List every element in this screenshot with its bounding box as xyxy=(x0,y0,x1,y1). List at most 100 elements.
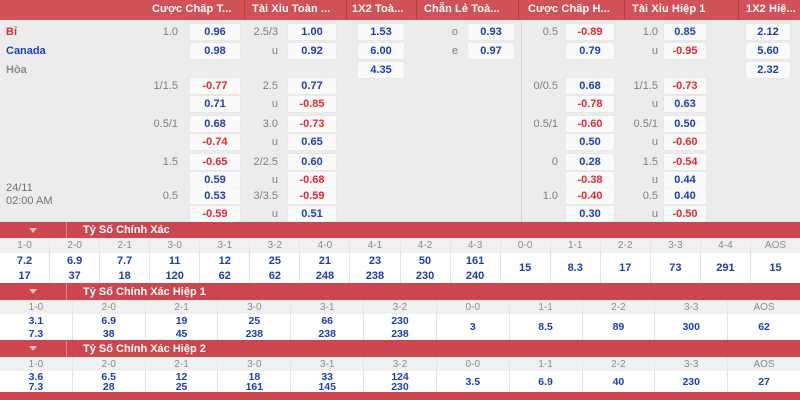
odds-value-handicap-h1[interactable]: -0.60 xyxy=(566,116,614,132)
odds-value-handicap-h1[interactable]: -0.40 xyxy=(566,188,614,204)
score-odds[interactable]: 25 xyxy=(146,382,218,392)
collapse-toggle[interactable] xyxy=(0,222,67,238)
score-odds[interactable]: 23 xyxy=(350,253,399,268)
score-odds[interactable]: 89 xyxy=(583,314,655,340)
odds-value-overunder-ft[interactable]: 0.60 xyxy=(288,154,336,170)
score-odds[interactable]: 230 xyxy=(401,268,450,283)
odds-value-1x2-ft[interactable]: 1.53 xyxy=(358,24,404,40)
odds-value-handicap-h1[interactable]: 0.68 xyxy=(566,78,614,94)
odds-value-1x2-h1[interactable]: 2.32 xyxy=(746,62,790,78)
score-odds[interactable]: 3.1 xyxy=(0,314,72,327)
odds-value-overunder-h1[interactable]: 0.44 xyxy=(664,172,706,188)
score-odds[interactable]: 238 xyxy=(218,327,290,340)
odds-value-overunder-h1[interactable]: -0.95 xyxy=(664,43,706,59)
odds-value-handicap-h1[interactable]: 0.28 xyxy=(566,154,614,170)
odds-value-handicap-ft[interactable]: -0.59 xyxy=(190,206,240,222)
odds-value-overunder-h1[interactable]: 0.63 xyxy=(664,96,706,112)
odds-value-handicap-h1[interactable]: 0.30 xyxy=(566,206,614,222)
score-odds[interactable]: 7.2 xyxy=(0,253,49,268)
score-odds[interactable]: 238 xyxy=(350,268,399,283)
score-odds[interactable]: 161 xyxy=(218,382,290,392)
score-odds[interactable]: 62 xyxy=(200,268,249,283)
odds-value-1x2-h1[interactable]: 2.12 xyxy=(746,24,790,40)
score-odds[interactable]: 248 xyxy=(300,268,349,283)
score-odds[interactable]: 12 xyxy=(200,253,249,268)
collapse-toggle[interactable] xyxy=(0,283,67,300)
odds-value-overunder-ft[interactable]: -0.59 xyxy=(288,188,336,204)
odds-value-1x2-h1[interactable]: 5.60 xyxy=(746,43,790,59)
score-odds[interactable]: 15 xyxy=(751,253,800,283)
score-odds[interactable]: 17 xyxy=(601,253,650,283)
score-odds[interactable]: 73 xyxy=(651,253,700,283)
score-odds[interactable]: 7.7 xyxy=(100,253,149,268)
score-odds[interactable]: 38 xyxy=(73,327,145,340)
odds-value-overunder-ft[interactable]: 0.65 xyxy=(288,134,336,150)
odds-value-handicap-ft[interactable]: 0.59 xyxy=(190,172,240,188)
odds-value-overunder-h1[interactable]: 0.85 xyxy=(664,24,706,40)
score-odds[interactable]: 238 xyxy=(364,327,436,340)
collapse-toggle[interactable] xyxy=(0,340,67,357)
section-header-bar[interactable]: Tỷ Số Chính Xác Hiệp 1 xyxy=(0,283,800,300)
score-odds[interactable]: 3.5 xyxy=(437,371,509,392)
section-header-bar[interactable]: Tỷ Số Chính Xác xyxy=(0,222,800,238)
score-odds[interactable]: 17 xyxy=(0,268,49,283)
score-odds[interactable]: 21 xyxy=(300,253,349,268)
score-odds[interactable]: 238 xyxy=(291,327,363,340)
odds-value-overunder-ft[interactable]: 0.51 xyxy=(288,206,336,222)
score-odds[interactable]: 291 xyxy=(701,253,750,283)
odds-value-handicap-ft[interactable]: 0.98 xyxy=(190,43,240,59)
odds-value-overunder-h1[interactable]: -0.50 xyxy=(664,206,706,222)
odds-value-1x2-ft[interactable]: 6.00 xyxy=(358,43,404,59)
score-odds[interactable]: 230 xyxy=(364,314,436,327)
score-odds[interactable]: 161 xyxy=(451,253,500,268)
score-odds[interactable]: 62 xyxy=(728,314,800,340)
score-odds[interactable]: 230 xyxy=(364,382,436,392)
score-odds[interactable]: 8.3 xyxy=(551,253,600,283)
score-odds[interactable]: 37 xyxy=(50,268,99,283)
odds-value-overunder-h1[interactable]: -0.73 xyxy=(664,78,706,94)
score-odds[interactable]: 6.9 xyxy=(50,253,99,268)
odds-value-overunder-ft[interactable]: -0.73 xyxy=(288,116,336,132)
score-odds[interactable]: 27 xyxy=(728,371,800,392)
score-odds[interactable]: 11 xyxy=(150,253,199,268)
odds-value-overunder-ft[interactable]: 1.00 xyxy=(288,24,336,40)
odds-value-handicap-h1[interactable]: -0.78 xyxy=(566,96,614,112)
score-odds[interactable]: 18 xyxy=(100,268,149,283)
score-odds[interactable]: 240 xyxy=(451,268,500,283)
odds-value-handicap-ft[interactable]: -0.74 xyxy=(190,134,240,150)
score-odds[interactable]: 25 xyxy=(218,314,290,327)
odds-value-overunder-ft[interactable]: 0.92 xyxy=(288,43,336,59)
odds-value-handicap-h1[interactable]: 0.50 xyxy=(566,134,614,150)
odds-value-overunder-h1[interactable]: -0.60 xyxy=(664,134,706,150)
odds-value-overunder-ft[interactable]: -0.85 xyxy=(288,96,336,112)
score-odds[interactable]: 28 xyxy=(73,382,145,392)
score-odds[interactable]: 300 xyxy=(655,314,727,340)
odds-value-handicap-ft[interactable]: -0.65 xyxy=(190,154,240,170)
score-odds[interactable]: 19 xyxy=(146,314,218,327)
score-odds[interactable]: 6.9 xyxy=(73,314,145,327)
score-odds[interactable]: 40 xyxy=(583,371,655,392)
odds-value-handicap-h1[interactable]: -0.38 xyxy=(566,172,614,188)
odds-value-overunder-h1[interactable]: -0.54 xyxy=(664,154,706,170)
score-odds[interactable]: 50 xyxy=(401,253,450,268)
score-odds[interactable]: 145 xyxy=(291,382,363,392)
odds-value-handicap-ft[interactable]: 0.68 xyxy=(190,116,240,132)
section-header-bar[interactable]: Tỷ Số Chính Xác Hiệp 2 xyxy=(0,340,800,357)
score-odds[interactable]: 62 xyxy=(250,268,299,283)
score-odds[interactable]: 6.9 xyxy=(510,371,582,392)
score-odds[interactable]: 3 xyxy=(437,314,509,340)
odds-value-oddeven-ft[interactable]: 0.97 xyxy=(468,43,514,59)
odds-value-overunder-h1[interactable]: 0.40 xyxy=(664,188,706,204)
odds-value-1x2-ft[interactable]: 4.35 xyxy=(358,62,404,78)
odds-value-handicap-ft[interactable]: 0.71 xyxy=(190,96,240,112)
score-odds[interactable]: 120 xyxy=(150,268,199,283)
score-odds[interactable]: 66 xyxy=(291,314,363,327)
score-odds[interactable]: 45 xyxy=(146,327,218,340)
score-odds[interactable]: 25 xyxy=(250,253,299,268)
odds-value-overunder-ft[interactable]: -0.68 xyxy=(288,172,336,188)
score-odds[interactable]: 15 xyxy=(501,253,550,283)
odds-value-oddeven-ft[interactable]: 0.93 xyxy=(468,24,514,40)
odds-value-handicap-ft[interactable]: 0.96 xyxy=(190,24,240,40)
odds-value-handicap-ft[interactable]: -0.77 xyxy=(190,78,240,94)
score-odds[interactable]: 8.5 xyxy=(510,314,582,340)
